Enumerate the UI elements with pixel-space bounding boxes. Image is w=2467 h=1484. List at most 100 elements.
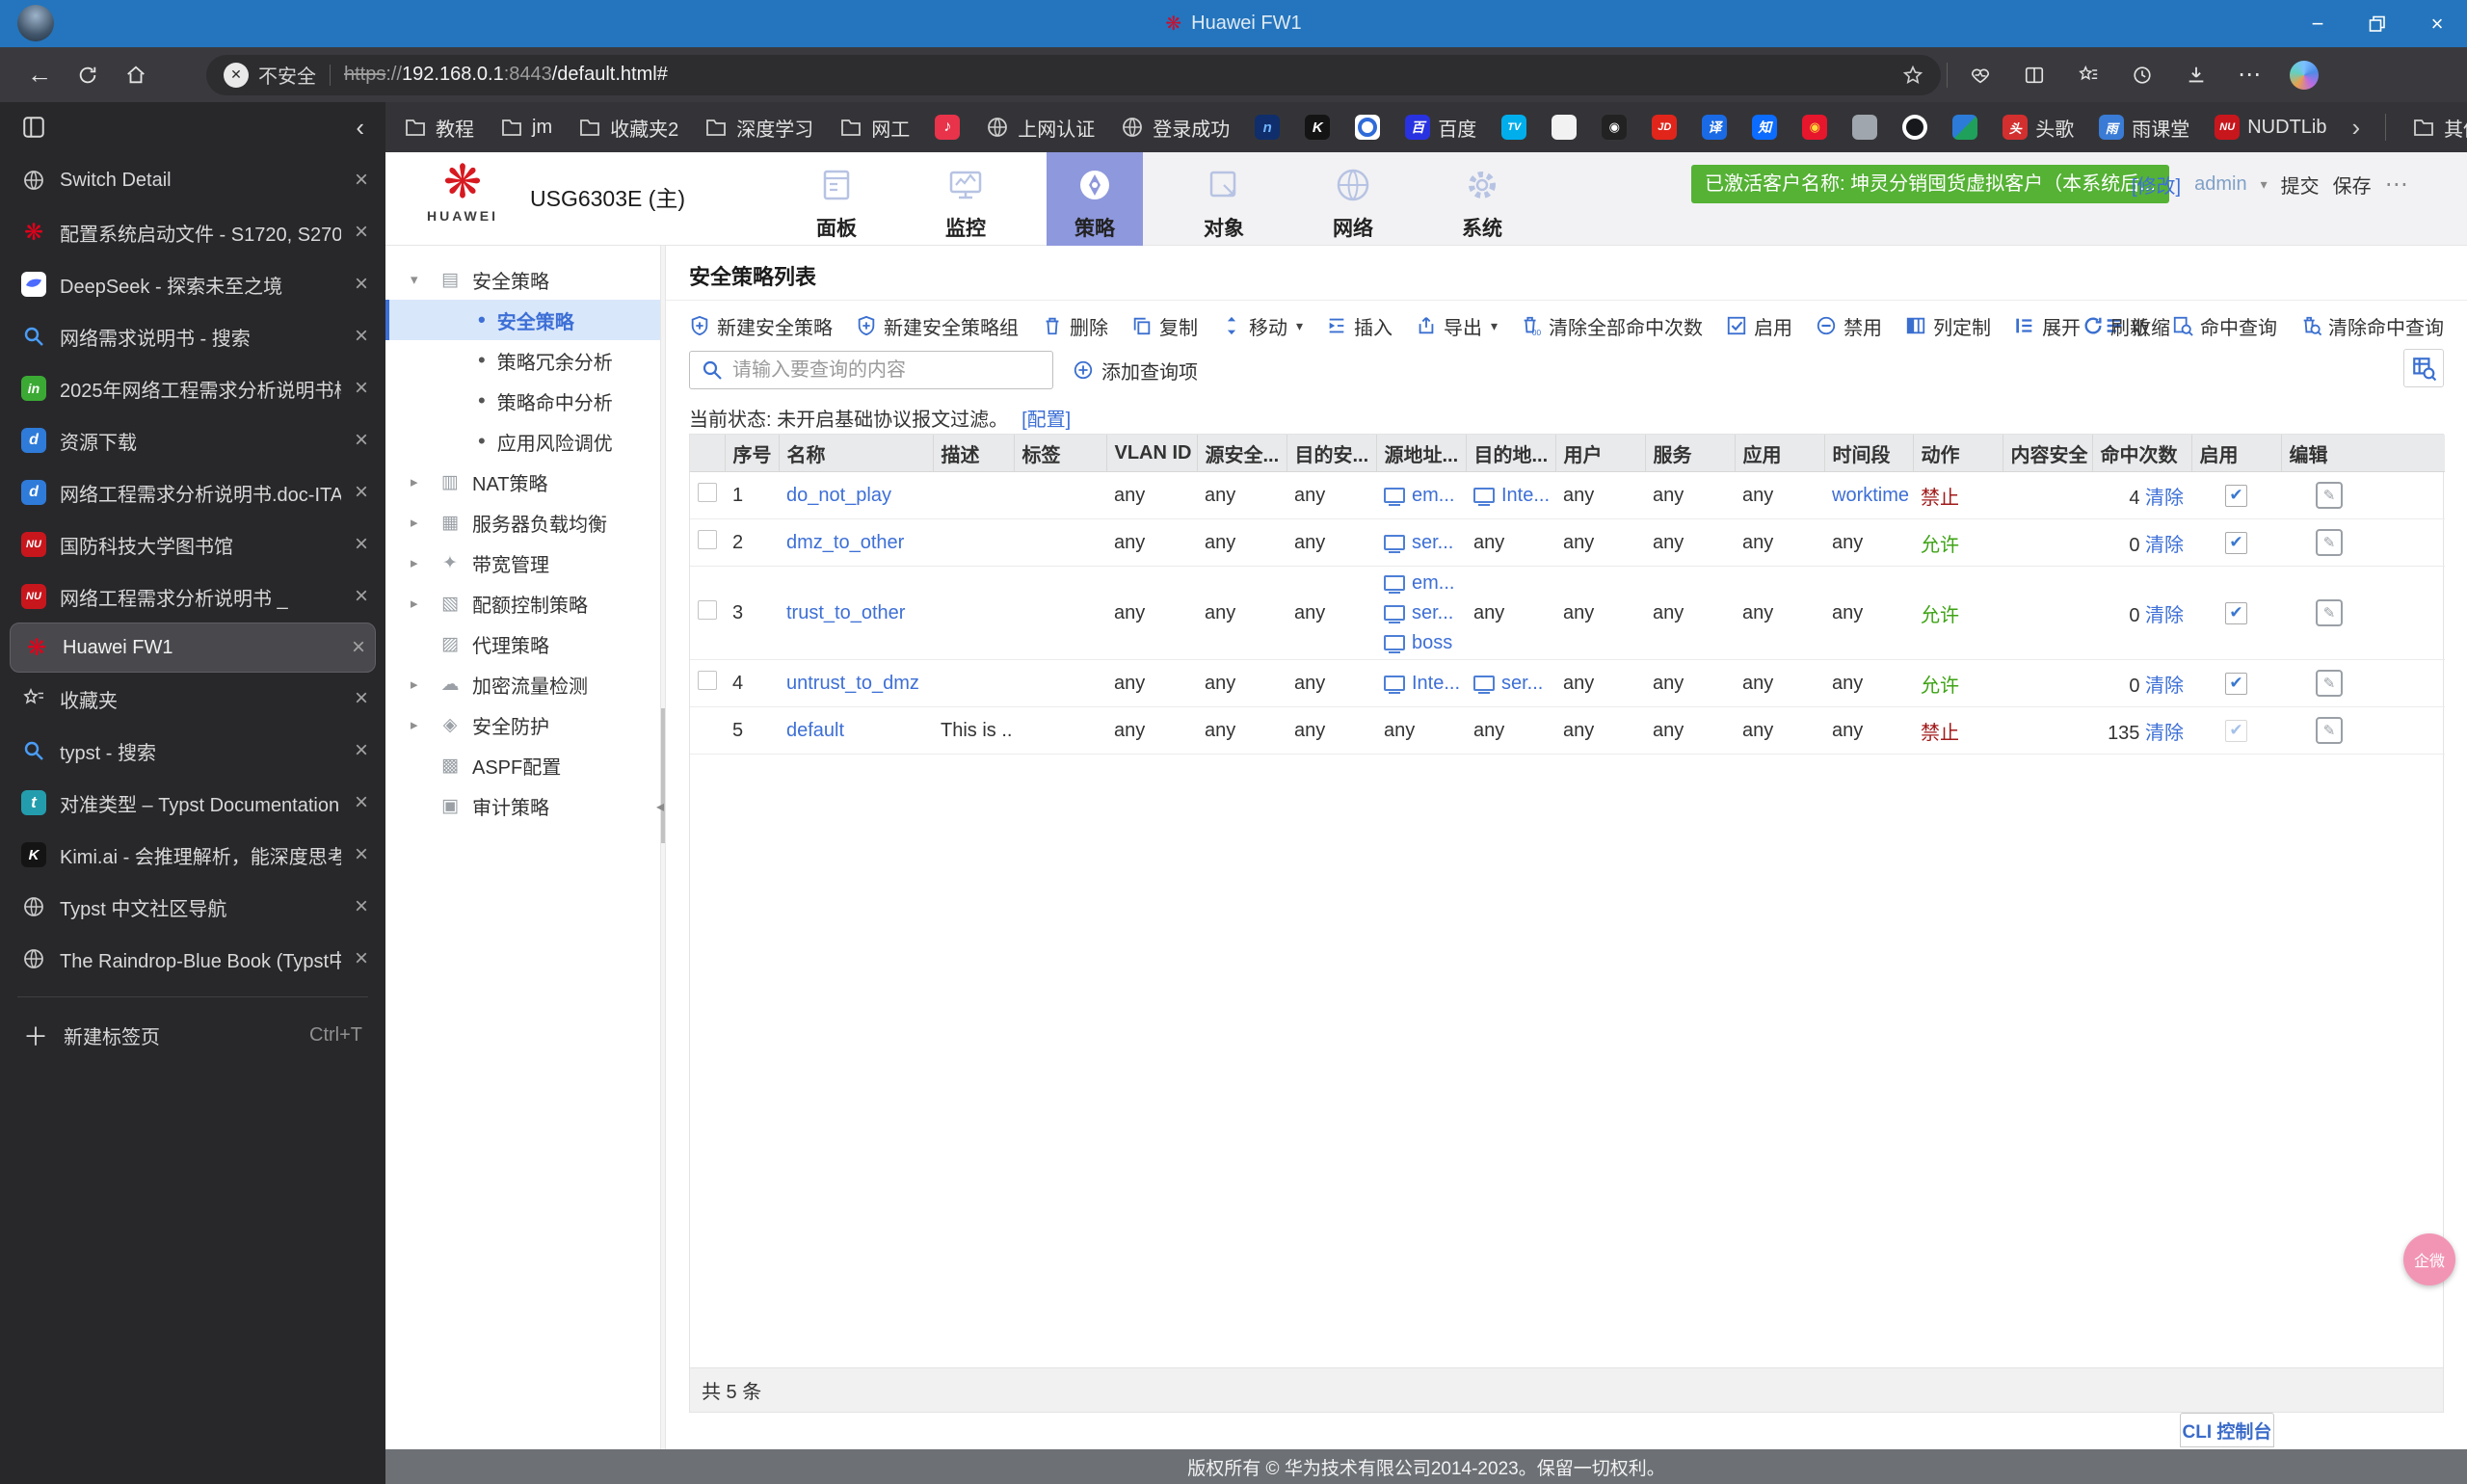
not-secure-label[interactable]: 不安全 [258,61,316,89]
split-screen-button[interactable] [2007,53,2061,97]
browser-tab[interactable]: 资源下载 × [0,414,385,466]
edit-icon[interactable]: ✎ [2316,717,2343,744]
browser-tab[interactable]: DeepSeek - 探索未至之境 × [0,258,385,310]
collapsed-arrow-icon[interactable]: ▸ [411,473,428,490]
tab-close-icon[interactable]: × [355,323,368,350]
save-button[interactable]: 保存 [2333,171,2372,199]
tree-item-policy-redundancy[interactable]: • 策略冗余分析 [385,340,660,381]
bookmark[interactable] [1752,115,1778,140]
tab-close-icon[interactable]: × [355,531,368,558]
browser-tab-active[interactable]: ❋ Huawei FW1 × [10,623,376,673]
tree-item-policy-hit-analysis[interactable]: • 策略命中分析 [385,381,660,421]
favorite-star-icon[interactable] [1902,65,1923,86]
bookmark[interactable] [1305,115,1331,140]
address-bar[interactable]: ✕ 不安全 https :// 192.168.0.1 :8443 /defau… [206,54,1941,95]
expand-button[interactable]: 展开 [2014,312,2081,340]
clear-hits-link[interactable]: 清除 [2145,676,2184,697]
policy-name-link[interactable]: do_not_play [786,485,891,506]
edit-icon[interactable]: ✎ [2316,529,2343,556]
other-bookmarks-folder[interactable]: 其他收藏夹 [2411,114,2467,142]
not-secure-icon[interactable]: ✕ [224,62,249,88]
tab-close-icon[interactable]: × [355,271,368,298]
tree-item-aspf-config[interactable]: ▩ ASPF配置 [385,745,660,785]
bookmark[interactable]: 登录成功 [1120,114,1230,142]
tree-item-security-policy-selected[interactable]: • 安全策略 [385,300,660,340]
bookmark[interactable] [1652,115,1678,140]
row-checkbox[interactable] [698,483,717,502]
tab-actions-icon[interactable] [21,115,46,140]
browser-tab[interactable]: ❋ 配置系统启动文件 - S1720, S2700, × [0,206,385,258]
close-button[interactable]: × [2407,0,2467,47]
browser-tab[interactable]: 2025年网络工程需求分析说明书样 × [0,362,385,414]
query-filter-button[interactable] [2403,349,2444,387]
config-link[interactable]: [配置] [1021,404,1071,432]
browser-tab[interactable]: 国防科技大学图书馆 × [0,518,385,570]
tree-item-server-load-balance[interactable]: ▸ ▦ 服务器负载均衡 [385,502,660,543]
bookmark-folder[interactable]: 深度学习 [703,114,813,142]
nav-policy-active[interactable]: 策略 [1047,152,1143,246]
header-more-button[interactable]: ⋯ [2385,171,2410,199]
tab-close-icon[interactable]: × [355,893,368,920]
refresh-list-button[interactable]: 刷新 [2082,312,2149,340]
bookmark[interactable] [1802,115,1828,140]
tree-item-proxy-policy[interactable]: ▨ 代理策略 [385,623,660,664]
browser-tab[interactable]: 对准类型 – Typst Documentation × [0,777,385,829]
refresh-button[interactable] [64,53,112,97]
tree-scrollbar-thumb[interactable] [661,708,665,843]
address-object-link[interactable]: ser... [1412,532,1453,554]
clear-hits-link[interactable]: 清除 [2145,605,2184,626]
tab-close-icon[interactable]: × [355,945,368,972]
more-menu-button[interactable]: ⋯ [2223,53,2277,97]
address-object-link[interactable]: em... [1412,485,1454,507]
tab-close-icon[interactable]: × [355,789,368,816]
enable-checkbox[interactable]: ✔ [2225,531,2247,554]
address-object-link[interactable]: em... [1412,572,1454,595]
collapsed-arrow-icon[interactable]: ▸ [411,514,428,531]
address-object-link[interactable]: boss [1412,632,1452,654]
browser-tab[interactable]: Kimi.ai - 会推理解析，能深度思考 × [0,829,385,881]
clear-hits-link[interactable]: 清除 [2145,535,2184,556]
collapse-sidebar-icon[interactable]: ‹ [356,113,364,143]
expanded-arrow-icon[interactable]: ▾ [411,271,428,288]
hit-query-button[interactable]: 命中查询 [2172,312,2277,340]
cli-console-button[interactable]: CLI 控制台 [2180,1413,2274,1447]
enable-checkbox[interactable]: ✔ [2225,601,2247,624]
edit-icon[interactable]: ✎ [2316,482,2343,509]
tree-group-security-policy[interactable]: ▾ ▤ 安全策略 [385,259,660,300]
bookmark[interactable] [1602,115,1628,140]
modify-link[interactable]: [修改] [2132,171,2181,199]
row-checkbox[interactable] [698,671,717,690]
bookmark[interactable]: 百度 [1405,114,1476,142]
collapsed-arrow-icon[interactable]: ▸ [411,554,428,571]
bookmark[interactable]: NUDTLib [2215,115,2326,140]
collapsed-arrow-icon[interactable]: ▸ [411,716,428,733]
address-object-link[interactable]: ser... [1412,602,1453,624]
column-customize-button[interactable]: 列定制 [1905,312,1991,340]
browser-tab[interactable]: The Raindrop-Blue Book (Typst中 × [0,933,385,985]
bookmark[interactable] [1355,115,1381,140]
tab-close-icon[interactable]: × [352,634,365,661]
bookmark[interactable] [1255,115,1281,140]
nav-system[interactable]: 系统 [1434,152,1530,246]
home-button[interactable] [112,53,160,97]
browser-essentials-button[interactable] [1953,53,2007,97]
disable-button[interactable]: 禁用 [1816,312,1882,340]
new-policy-button[interactable]: 新建安全策略 [689,312,833,340]
browser-tab[interactable]: 收藏夹 × [0,673,385,725]
browser-tab[interactable]: typst - 搜索 × [0,725,385,777]
bookmark[interactable] [935,115,961,140]
enable-checkbox[interactable]: ✔ [2225,672,2247,695]
browser-tab[interactable]: Switch Detail × [0,154,385,206]
browser-tab[interactable]: 网络需求说明书 - 搜索 × [0,310,385,362]
nav-dashboard[interactable]: 面板 [788,152,885,246]
tab-close-icon[interactable]: × [355,427,368,454]
bookmarks-overflow-icon[interactable]: › [2351,113,2360,143]
favorites-button[interactable] [2061,53,2115,97]
restore-button[interactable] [2348,0,2407,47]
delete-button[interactable]: 删除 [1042,312,1108,340]
tab-close-icon[interactable]: × [355,375,368,402]
edit-icon[interactable]: ✎ [2316,599,2343,626]
bookmark[interactable] [1902,115,1928,140]
user-dropdown-icon[interactable]: ▾ [2261,176,2268,193]
browser-tab[interactable]: Typst 中文社区导航 × [0,881,385,933]
